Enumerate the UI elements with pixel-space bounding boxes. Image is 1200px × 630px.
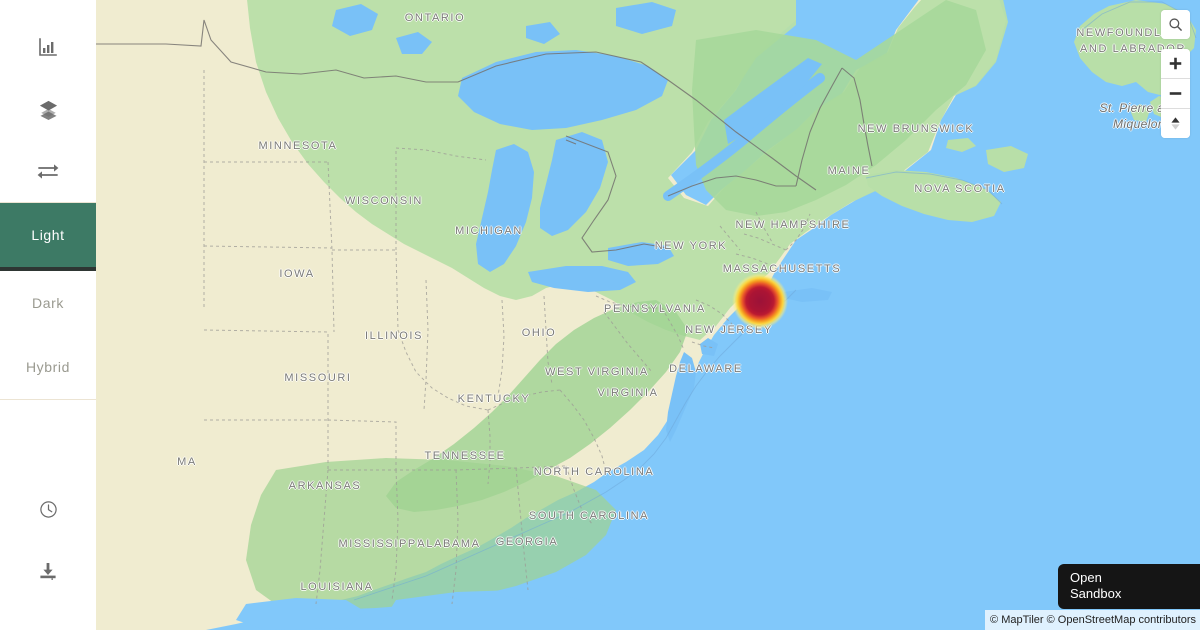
layers-icon (39, 100, 57, 120)
map-application: ONTARIO MINNESOTA WISCONSIN MICHIGAN NEW YOR… (0, 0, 1200, 630)
open-sandbox-line1: Open (1070, 570, 1102, 585)
zoom-control-group (1161, 49, 1190, 138)
open-sandbox-button[interactable]: Open Sandbox (1058, 564, 1200, 609)
swap-icon (37, 164, 59, 179)
theme-dark-label: Dark (32, 295, 64, 311)
search-button[interactable] (1161, 10, 1190, 39)
search-control-group (1161, 10, 1190, 39)
sidebar-item-layers[interactable] (0, 78, 96, 140)
map-attribution[interactable]: © MapTiler © OpenStreetMap contributors (985, 610, 1200, 630)
theme-light-label: Light (31, 227, 65, 243)
map-viewport[interactable]: ONTARIO MINNESOTA WISCONSIN MICHIGAN NEW YOR… (96, 0, 1200, 630)
download-icon (40, 563, 56, 580)
sidebar-item-theme-hybrid[interactable]: Hybrid (0, 335, 96, 399)
open-sandbox-line2: Sandbox (1070, 586, 1122, 601)
sidebar: Light Dark Hybrid (0, 0, 96, 630)
sidebar-item-swap[interactable] (0, 140, 96, 202)
sidebar-item-theme-light[interactable]: Light (0, 203, 96, 271)
compass-button[interactable] (1161, 108, 1190, 138)
zoom-out-button[interactable] (1161, 78, 1190, 108)
sidebar-item-theme-dark[interactable]: Dark (0, 271, 96, 335)
sidebar-flex-spacer (0, 400, 96, 478)
map-controls (1161, 10, 1190, 138)
sidebar-item-download[interactable] (0, 540, 96, 602)
sidebar-bottom-spacer (0, 602, 96, 630)
plus-icon (1169, 57, 1182, 70)
chart-icon (39, 38, 57, 56)
compass-icon (1171, 117, 1180, 130)
minus-icon (1169, 92, 1182, 95)
sidebar-item-chart[interactable] (0, 16, 96, 78)
map-tiles (96, 0, 1200, 630)
sidebar-top-spacer (0, 0, 96, 16)
theme-hybrid-label: Hybrid (25, 359, 71, 375)
clock-icon (39, 500, 57, 518)
zoom-in-button[interactable] (1161, 49, 1190, 78)
search-icon (1169, 18, 1182, 31)
sidebar-item-history[interactable] (0, 478, 96, 540)
